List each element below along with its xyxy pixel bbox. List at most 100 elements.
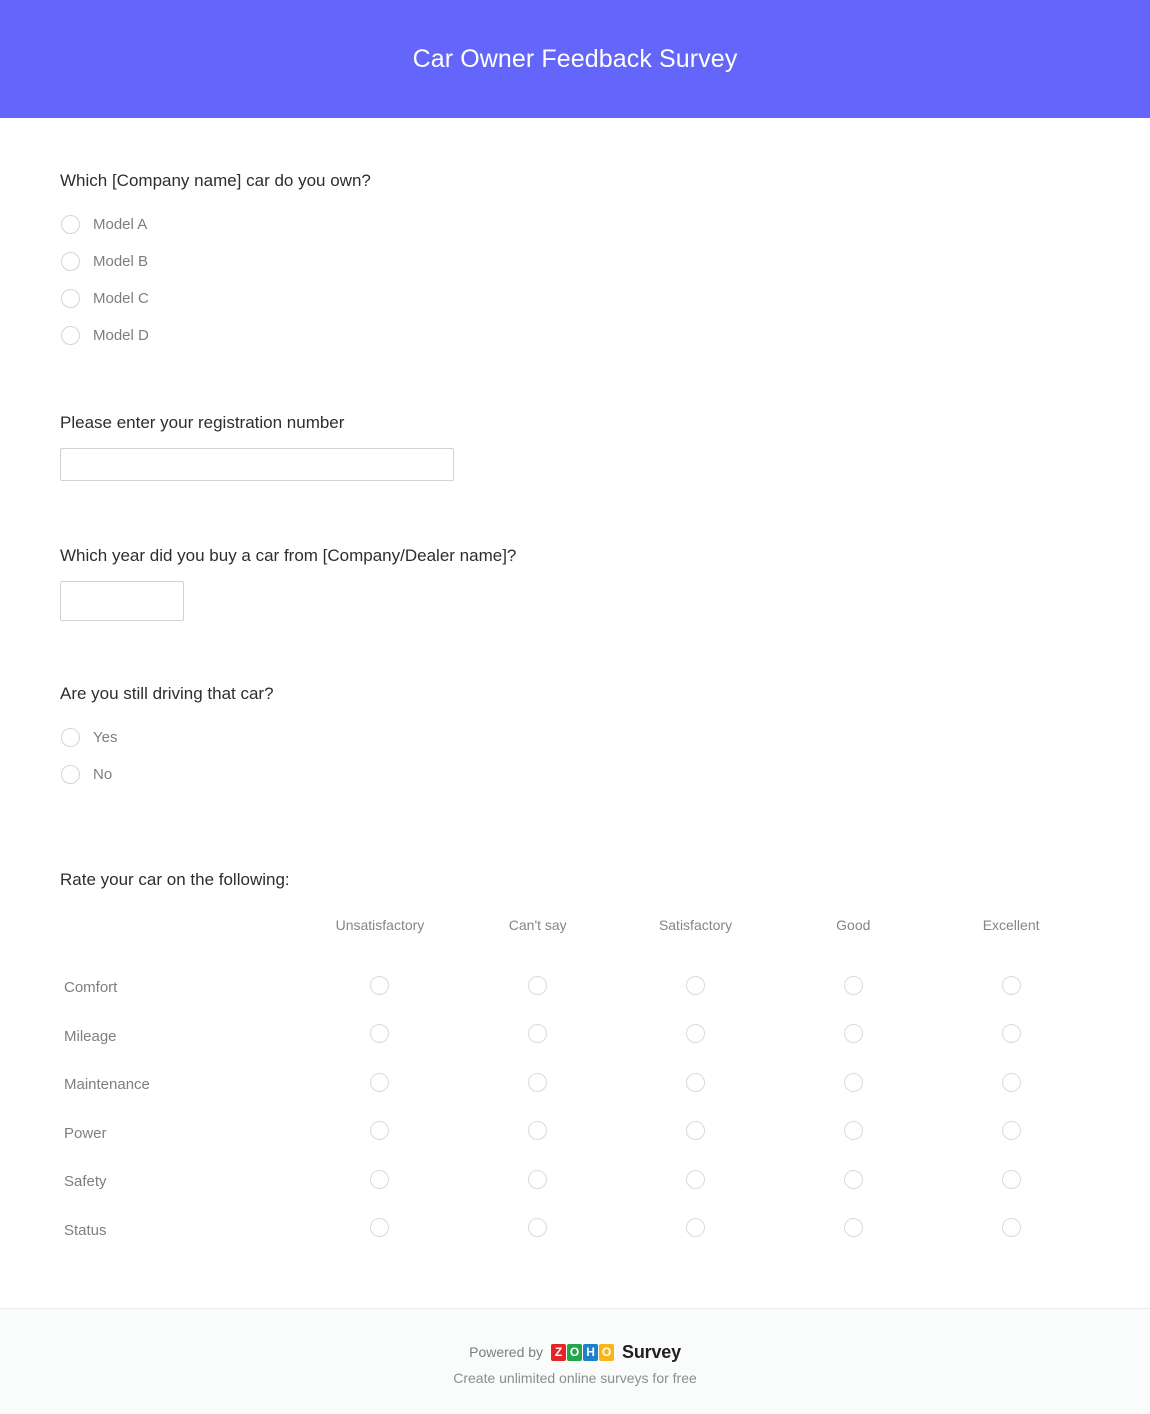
matrix-column-header-satisfactory: Satisfactory [658, 917, 733, 934]
matrix-cell-maintenance-unsatisfactory[interactable] [301, 1060, 459, 1109]
matrix-cell-maintenance-excellent[interactable] [932, 1060, 1090, 1109]
radio-option-label: Yes [93, 729, 118, 747]
matrix-cell-safety-cant-say[interactable] [459, 1157, 617, 1206]
matrix-cell-power-excellent[interactable] [932, 1109, 1090, 1158]
radio-option-label: Model B [93, 253, 149, 271]
radio-icon[interactable] [61, 289, 80, 309]
matrix-cell-comfort-cant-say[interactable] [459, 963, 617, 1012]
survey-header: Car Owner Feedback Survey [0, 0, 1150, 118]
radio-icon[interactable] [61, 215, 80, 235]
radio-icon[interactable] [61, 326, 80, 346]
question-label: Rate your car on the following: [60, 870, 290, 890]
registration-number-input[interactable] [60, 448, 454, 482]
radio-icon[interactable] [528, 975, 548, 995]
matrix-cell-safety-satisfactory[interactable] [617, 1157, 775, 1206]
matrix-cell-comfort-good[interactable] [774, 963, 932, 1012]
radio-icon[interactable] [1001, 975, 1021, 995]
survey-body: Which [Company name] car do you own? Mod… [0, 118, 1150, 1309]
radio-option-no[interactable]: No [60, 756, 1090, 793]
purchase-year-input[interactable] [60, 581, 184, 622]
matrix-cell-mileage-cant-say[interactable] [459, 1012, 617, 1061]
radio-icon[interactable] [686, 975, 706, 995]
matrix-cell-maintenance-satisfactory[interactable] [617, 1060, 775, 1109]
matrix-cell-mileage-satisfactory[interactable] [617, 1012, 775, 1061]
zoho-logo-tile-h: H [583, 1343, 599, 1361]
still-driving-option-list: Yes No [60, 719, 1090, 793]
matrix-cell-mileage-excellent[interactable] [932, 1012, 1090, 1061]
matrix-cell-power-good[interactable] [774, 1109, 932, 1158]
matrix-cell-power-cant-say[interactable] [459, 1109, 617, 1158]
radio-option-label: Model A [93, 216, 148, 234]
powered-by-row: Powered by Z O H O Survey [0, 1343, 1150, 1361]
matrix-cell-safety-unsatisfactory[interactable] [301, 1157, 459, 1206]
radio-icon[interactable] [843, 1072, 863, 1092]
radio-icon[interactable] [1001, 1121, 1021, 1141]
table-row: Status [60, 1206, 1090, 1255]
radio-option-label: Model C [93, 290, 149, 308]
table-row: Safety [60, 1157, 1090, 1206]
matrix-cell-power-satisfactory[interactable] [617, 1109, 775, 1158]
matrix-cell-safety-good[interactable] [774, 1157, 932, 1206]
radio-icon[interactable] [1001, 1024, 1021, 1044]
zoho-logo-tile-o2: O [599, 1343, 615, 1361]
radio-option-model-a[interactable]: Model A [60, 206, 1090, 243]
matrix-cell-comfort-unsatisfactory[interactable] [301, 963, 459, 1012]
matrix-cell-maintenance-good[interactable] [774, 1060, 932, 1109]
table-row: Comfort [60, 963, 1090, 1012]
radio-icon[interactable] [686, 1024, 706, 1044]
radio-icon[interactable] [528, 1072, 548, 1092]
radio-icon[interactable] [686, 1218, 706, 1238]
matrix-cell-comfort-satisfactory[interactable] [617, 963, 775, 1012]
question-label: Are you still driving that car? [60, 684, 274, 704]
radio-icon[interactable] [686, 1169, 706, 1189]
radio-icon[interactable] [61, 252, 80, 272]
matrix-cell-mileage-unsatisfactory[interactable] [301, 1012, 459, 1061]
radio-icon[interactable] [370, 1072, 390, 1092]
radio-icon[interactable] [370, 1024, 390, 1044]
matrix-row-label-power: Power [64, 1124, 107, 1142]
zoho-logo-tile-o1: O [567, 1343, 583, 1361]
radio-option-model-b[interactable]: Model B [60, 243, 1090, 280]
radio-option-model-c[interactable]: Model C [60, 280, 1090, 317]
matrix-cell-status-good[interactable] [774, 1206, 932, 1255]
radio-icon[interactable] [843, 1169, 863, 1189]
zoho-logo-tile-z: Z [551, 1343, 567, 1361]
radio-icon[interactable] [843, 1121, 863, 1141]
matrix-cell-status-excellent[interactable] [932, 1206, 1090, 1255]
matrix-row-label-maintenance: Maintenance [64, 1076, 150, 1094]
matrix-row-label-status: Status [64, 1221, 107, 1239]
rating-matrix-table: Unsatisfactory Can't say Satisfactory Go… [60, 917, 1090, 1254]
radio-icon[interactable] [528, 1218, 548, 1238]
radio-icon[interactable] [61, 728, 80, 748]
radio-icon[interactable] [1001, 1169, 1021, 1189]
radio-icon[interactable] [1001, 1218, 1021, 1238]
matrix-cell-safety-excellent[interactable] [932, 1157, 1090, 1206]
radio-icon[interactable] [370, 1169, 390, 1189]
radio-icon[interactable] [61, 765, 80, 785]
survey-page: Car Owner Feedback Survey Which [Company… [0, 0, 1150, 1414]
radio-option-yes[interactable]: Yes [60, 719, 1090, 756]
radio-icon[interactable] [686, 1072, 706, 1092]
radio-icon[interactable] [528, 1169, 548, 1189]
radio-icon[interactable] [1001, 1072, 1021, 1092]
radio-icon[interactable] [370, 1218, 390, 1238]
matrix-cell-comfort-excellent[interactable] [932, 963, 1090, 1012]
radio-icon[interactable] [528, 1024, 548, 1044]
radio-icon[interactable] [843, 1218, 863, 1238]
matrix-cell-status-unsatisfactory[interactable] [301, 1206, 459, 1255]
radio-icon[interactable] [843, 975, 863, 995]
question-label: Which year did you buy a car from [Compa… [60, 546, 517, 566]
table-row: Mileage [60, 1012, 1090, 1061]
matrix-cell-power-unsatisfactory[interactable] [301, 1109, 459, 1158]
radio-icon[interactable] [686, 1121, 706, 1141]
radio-icon[interactable] [370, 1121, 390, 1141]
matrix-cell-status-cant-say[interactable] [459, 1206, 617, 1255]
radio-icon[interactable] [843, 1024, 863, 1044]
matrix-cell-mileage-good[interactable] [774, 1012, 932, 1061]
matrix-cell-maintenance-cant-say[interactable] [459, 1060, 617, 1109]
matrix-cell-status-satisfactory[interactable] [617, 1206, 775, 1255]
radio-icon[interactable] [528, 1121, 548, 1141]
radio-icon[interactable] [370, 975, 390, 995]
radio-option-model-d[interactable]: Model D [60, 317, 1090, 354]
zoho-logo[interactable]: Z O H O [551, 1343, 615, 1361]
